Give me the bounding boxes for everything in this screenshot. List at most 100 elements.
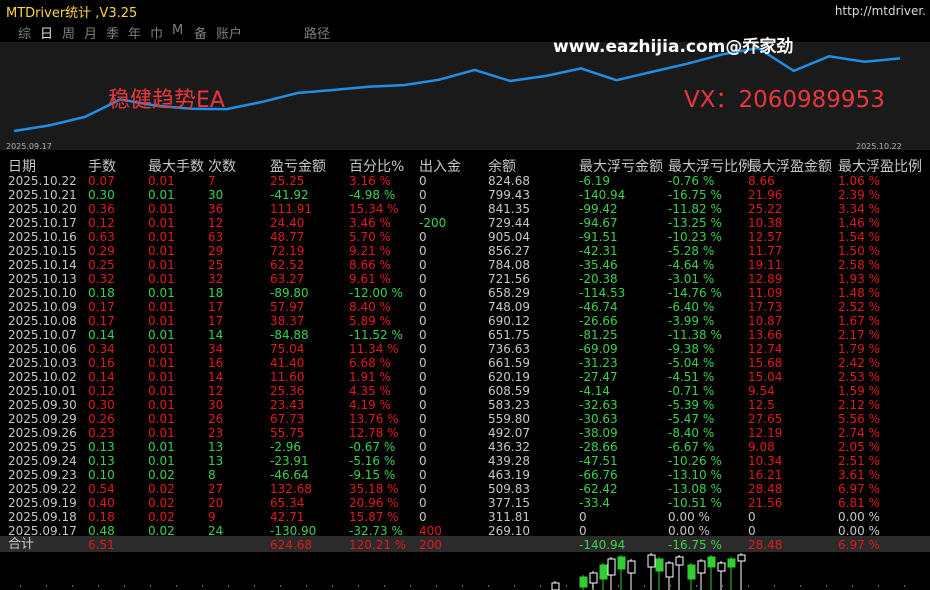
strip-dot <box>254 585 255 587</box>
cell-lots: 0.36 <box>88 202 115 216</box>
cell-maxlot: 0.01 <box>148 286 175 300</box>
cell-bal: 651.75 <box>488 328 530 342</box>
col-header-pl[interactable]: 盈亏金额 <box>270 156 326 176</box>
cell-mdd: -46.74 <box>579 300 618 314</box>
total-mfp: 28.48 <box>748 538 783 552</box>
cell-mfpp: 1.46 % <box>838 216 880 230</box>
tab-2[interactable]: 周 <box>62 23 75 42</box>
cell-mddp: -0.71 % <box>668 384 715 398</box>
cell-pct: 5.89 % <box>349 314 391 328</box>
cell-mfp: 17.73 <box>748 300 783 314</box>
url-link[interactable]: http://mtdriver. <box>835 4 926 18</box>
cell-pct: 8.66 % <box>349 258 391 272</box>
cell-mddp: -9.38 % <box>668 342 715 356</box>
cell-mfpp: 1.54 % <box>838 230 880 244</box>
cell-count: 24 <box>208 524 224 538</box>
col-header-count[interactable]: 次数 <box>208 156 236 176</box>
strip-dot <box>436 585 437 587</box>
cell-mfpp: 1.67 % <box>838 314 880 328</box>
col-header-mfp[interactable]: 最大浮盈金额 <box>748 156 832 176</box>
tab-10[interactable]: 路径 <box>304 23 330 42</box>
cell-maxlot: 0.01 <box>148 174 175 188</box>
tab-3[interactable]: 月 <box>84 23 97 42</box>
cell-pl: -84.88 <box>270 328 309 342</box>
chart-start-date: 2025.09.17 <box>6 142 52 151</box>
candle-body <box>627 560 636 574</box>
tab-7[interactable]: M <box>172 23 183 38</box>
cell-lots: 0.13 <box>88 440 115 454</box>
watermark-text: www.eazhijia.com@乔家劲 <box>553 37 794 57</box>
cell-mddp: -6.40 % <box>668 300 715 314</box>
cell-pl: 23.43 <box>270 398 305 412</box>
tab-9[interactable]: 账户 <box>216 23 242 42</box>
cell-mdd: -69.09 <box>579 342 618 356</box>
cell-maxlot: 0.02 <box>148 496 175 510</box>
strip-dot <box>514 585 515 587</box>
col-header-date[interactable]: 日期 <box>8 156 36 176</box>
cell-mdd: -140.94 <box>579 188 626 202</box>
cell-mfpp: 2.51 % <box>838 454 880 468</box>
col-header-lots[interactable]: 手数 <box>88 156 116 176</box>
cell-date: 2025.09.18 <box>8 510 77 524</box>
cell-mfpp: 1.79 % <box>838 342 880 356</box>
strip-dot <box>410 585 411 587</box>
cell-date: 2025.09.23 <box>8 468 77 482</box>
cell-count: 9 <box>208 510 216 524</box>
cell-mddp: -5.04 % <box>668 356 715 370</box>
tab-0[interactable]: 综 <box>18 23 31 42</box>
tab-8[interactable]: 备 <box>194 23 207 42</box>
cell-count: 26 <box>208 412 224 426</box>
strip-dot <box>202 585 203 587</box>
cell-io: -200 <box>419 216 447 230</box>
cell-lots: 0.54 <box>88 482 115 496</box>
cell-mfp: 15.68 <box>748 356 783 370</box>
cell-count: 14 <box>208 370 224 384</box>
cell-bal: 658.29 <box>488 286 530 300</box>
col-header-mdd[interactable]: 最大浮亏金额 <box>579 156 663 176</box>
tab-5[interactable]: 年 <box>128 23 141 42</box>
cell-pct: 13.76 % <box>349 412 399 426</box>
cell-mddp: -6.67 % <box>668 440 715 454</box>
col-header-mfpp[interactable]: 最大浮盈比例 <box>838 156 922 176</box>
cell-bal: 748.09 <box>488 300 530 314</box>
balance-chart-panel: www.eazhijia.com@乔家劲 稳健趋势EA VX：206098995… <box>0 37 930 151</box>
cell-mdd: -32.63 <box>579 398 618 412</box>
cell-count: 32 <box>208 272 224 286</box>
cell-date: 2025.09.30 <box>8 398 77 412</box>
tab-1[interactable]: 日 <box>40 23 53 42</box>
tab-4[interactable]: 季 <box>106 23 119 42</box>
cell-mddp: 0.00 % <box>668 524 710 538</box>
cell-bal: 784.08 <box>488 258 530 272</box>
strip-dot <box>72 585 73 587</box>
col-header-pct[interactable]: 百分比% <box>349 156 404 176</box>
tab-6[interactable]: 巾 <box>150 23 163 42</box>
cell-pl: 41.40 <box>270 356 305 370</box>
cell-bal: 736.63 <box>488 342 530 356</box>
cell-lots: 0.29 <box>88 244 115 258</box>
col-header-maxlot[interactable]: 最大手数 <box>148 156 204 176</box>
cell-date: 2025.10.20 <box>8 202 77 216</box>
cell-pct: 9.61 % <box>349 272 391 286</box>
cell-pl: -2.96 <box>270 440 302 454</box>
col-header-io[interactable]: 出入金 <box>419 156 461 176</box>
cell-count: 23 <box>208 426 224 440</box>
cell-lots: 0.26 <box>88 412 115 426</box>
cell-mdd: -91.51 <box>579 230 618 244</box>
candle-body <box>617 556 626 570</box>
cell-mdd: -47.51 <box>579 454 618 468</box>
cell-mfp: 11.09 <box>748 286 783 300</box>
strip-dot <box>670 585 671 587</box>
cell-pct: -9.15 % <box>349 468 396 482</box>
cell-pl: 67.73 <box>270 412 305 426</box>
strip-dot <box>826 585 827 587</box>
col-header-bal[interactable]: 余额 <box>488 156 516 176</box>
cell-lots: 0.13 <box>88 454 115 468</box>
candle-body <box>599 564 608 580</box>
cell-lots: 0.30 <box>88 188 115 202</box>
price-candles-strip <box>0 553 930 590</box>
col-header-mddp[interactable]: 最大浮亏比例 <box>668 156 752 176</box>
cell-mddp: -4.64 % <box>668 258 715 272</box>
cell-mddp: -13.25 % <box>668 216 722 230</box>
strip-dot <box>696 585 697 587</box>
strip-dot <box>644 585 645 587</box>
